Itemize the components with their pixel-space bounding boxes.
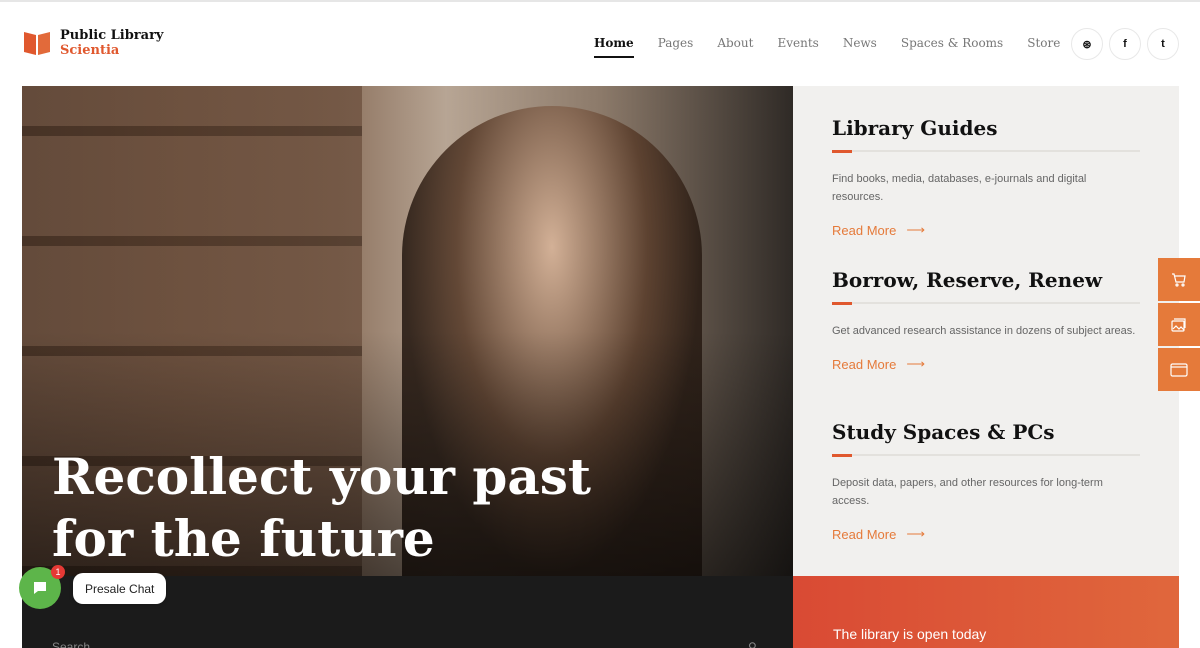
search-icon[interactable]: ⚲ xyxy=(748,640,757,648)
card-title: Borrow, Reserve, Renew xyxy=(832,268,1103,292)
main-nav: Home Pages About Events News Spaces & Ro… xyxy=(594,36,1084,58)
book-icon xyxy=(24,32,50,55)
divider xyxy=(832,454,1140,457)
floating-toolbar xyxy=(1158,258,1200,391)
card-title: Library Guides xyxy=(832,116,998,140)
nav-events[interactable]: Events xyxy=(777,36,818,58)
arrow-right-icon: ⟶ xyxy=(906,356,925,371)
social-links: ⊛ f t xyxy=(1071,28,1179,60)
chat-bubble-icon xyxy=(34,582,46,594)
card-study-spaces: Study Spaces & PCs Deposit data, papers,… xyxy=(832,420,1140,542)
services-panel: Library Guides Find books, media, databa… xyxy=(793,86,1179,576)
brand-name: Public Library xyxy=(60,28,164,43)
card-text: Deposit data, papers, and other resource… xyxy=(832,477,1103,507)
arrow-right-icon: ⟶ xyxy=(906,222,925,237)
twitter-icon[interactable]: t xyxy=(1147,28,1179,60)
card-text: Find books, media, databases, e-journals… xyxy=(832,173,1087,203)
read-more-link[interactable]: Read More ⟶ xyxy=(832,356,1140,372)
brand-subname: Scientia xyxy=(60,43,120,58)
nav-home[interactable]: Home xyxy=(594,36,634,58)
chat-badge: 1 xyxy=(51,565,65,579)
nav-pages[interactable]: Pages xyxy=(658,36,694,58)
card-text: Get advanced research assistance in doze… xyxy=(832,325,1136,337)
gallery-icon[interactable] xyxy=(1158,303,1200,346)
divider xyxy=(832,302,1140,305)
arrow-right-icon: ⟶ xyxy=(906,526,925,541)
cart-icon[interactable] xyxy=(1158,258,1200,301)
nav-spaces-rooms[interactable]: Spaces & Rooms xyxy=(901,36,1003,58)
hero-title: Recollect your past for the future xyxy=(52,447,592,568)
read-more-link[interactable]: Read More ⟶ xyxy=(832,222,1140,238)
nav-about[interactable]: About xyxy=(717,36,753,58)
card-library-guides: Library Guides Find books, media, databa… xyxy=(832,116,1140,238)
divider xyxy=(832,150,1140,153)
dribbble-icon[interactable]: ⊛ xyxy=(1071,28,1103,60)
card-borrow-reserve-renew: Borrow, Reserve, Renew Get advanced rese… xyxy=(832,268,1140,372)
nav-news[interactable]: News xyxy=(843,36,877,58)
facebook-icon[interactable]: f xyxy=(1109,28,1141,60)
top-border xyxy=(0,0,1200,2)
search-input[interactable]: Search xyxy=(52,640,90,648)
logo[interactable]: Public Library Scientia xyxy=(22,28,163,58)
presale-chat-label[interactable]: Presale Chat xyxy=(73,573,167,604)
read-more-link[interactable]: Read More ⟶ xyxy=(832,526,1140,542)
open-status: The library is open today xyxy=(833,626,987,642)
hero-image: Recollect your past for the future xyxy=(22,86,793,576)
nav-store[interactable]: Store xyxy=(1027,36,1060,58)
browser-window-icon[interactable] xyxy=(1158,348,1200,391)
card-title: Study Spaces & PCs xyxy=(832,420,1055,444)
